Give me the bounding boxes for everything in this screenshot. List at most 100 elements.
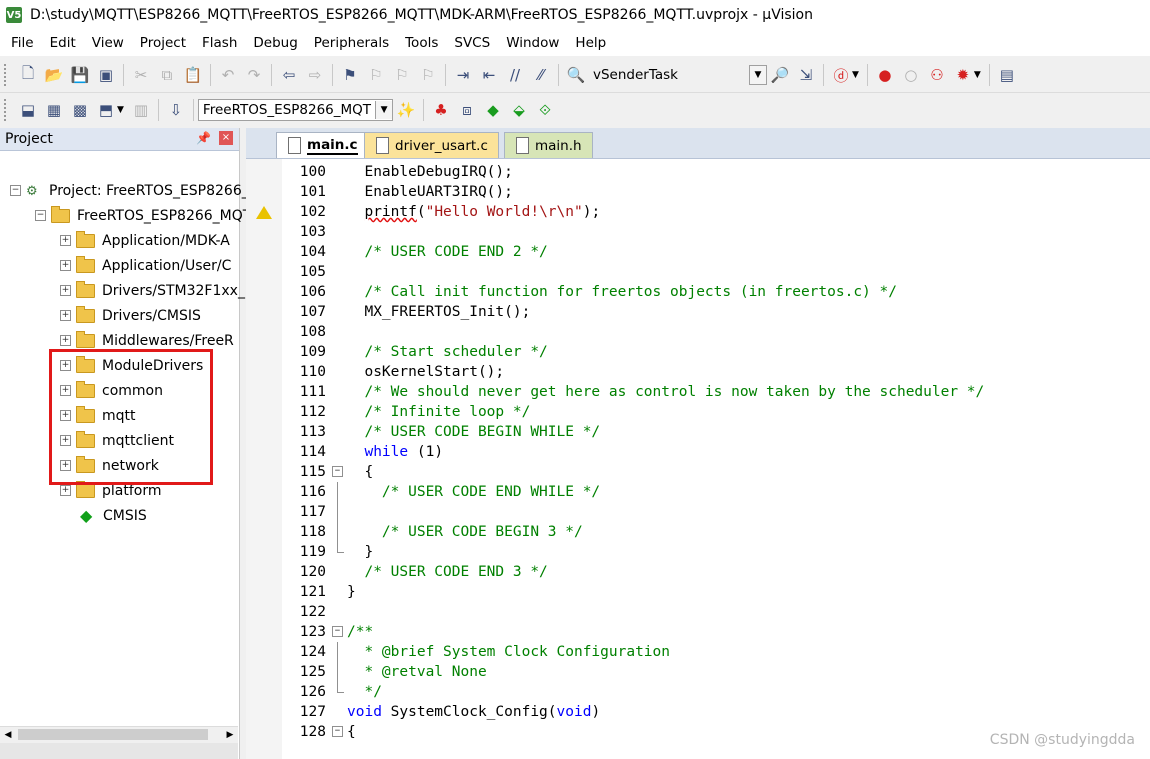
tab-main-h[interactable]: main.h (504, 132, 593, 158)
code-line[interactable]: 106 /* Call init function for freertos o… (246, 282, 1150, 302)
dropdown-arrow-icon[interactable]: ▼ (117, 105, 124, 115)
menu-file[interactable]: File (0, 35, 42, 51)
code-line[interactable]: 109 /* Start scheduler */ (246, 342, 1150, 362)
code-line[interactable]: 123−/** (246, 622, 1150, 642)
dropdown-arrow-icon[interactable]: ▼ (852, 70, 859, 80)
code-line[interactable]: 126 */ (246, 682, 1150, 702)
navigate-back-icon[interactable]: ⇦ (278, 64, 300, 86)
toolbar-grip[interactable] (4, 99, 10, 121)
target-select[interactable]: FreeRTOS_ESP8266_MQT ▼ (197, 99, 394, 121)
redo-icon[interactable]: ↷ (243, 64, 265, 86)
find-in-files-icon[interactable]: 🔍 (565, 64, 587, 86)
code-line[interactable]: 113 /* USER CODE BEGIN WHILE */ (246, 422, 1150, 442)
code-line[interactable]: 102 printf("Hello World!\r\n"); (246, 202, 1150, 222)
tree-item-cmsis[interactable]: ◆ CMSIS (80, 503, 147, 528)
clear-bookmarks-icon[interactable]: ⚐ (417, 64, 439, 86)
scroll-thumb[interactable] (18, 729, 208, 740)
enable-breakpoint-icon[interactable]: ○ (900, 64, 922, 86)
fold-toggle-icon[interactable]: − (332, 626, 343, 637)
new-file-icon[interactable]: 🗋 (17, 64, 39, 86)
panel-tabs-strip[interactable] (0, 743, 238, 759)
code-line[interactable]: 107 MX_FREERTOS_Init(); (246, 302, 1150, 322)
menu-help[interactable]: Help (567, 35, 614, 51)
open-file-icon[interactable]: 📂 (43, 64, 65, 86)
code-line[interactable]: 104 /* USER CODE END 2 */ (246, 242, 1150, 262)
cut-icon[interactable]: ✂ (130, 64, 152, 86)
bookmark-icon[interactable]: ⚑ (339, 64, 361, 86)
collapse-icon[interactable]: − (10, 185, 21, 196)
pack-installer-icon[interactable]: ⬙ (508, 99, 530, 121)
menu-debug[interactable]: Debug (245, 35, 305, 51)
unindent-icon[interactable]: ⇤ (478, 64, 500, 86)
tree-item-application-mdk-a[interactable]: + Application/MDK-A (60, 228, 230, 253)
menu-svcs[interactable]: SVCS (446, 35, 498, 51)
code-line[interactable]: 115− { (246, 462, 1150, 482)
expand-icon[interactable]: + (60, 260, 71, 271)
uncomment-icon[interactable]: ⁄⁄ (530, 64, 552, 86)
code-line[interactable]: 100 EnableDebugIRQ(); (246, 162, 1150, 182)
save-all-icon[interactable]: ▣ (95, 64, 117, 86)
code-line[interactable]: 112 /* Infinite loop */ (246, 402, 1150, 422)
prev-bookmark-icon[interactable]: ⚐ (365, 64, 387, 86)
menu-project[interactable]: Project (132, 35, 194, 51)
horizontal-scrollbar[interactable]: ◀ ▶ (0, 726, 238, 743)
tab-driver-usart-c[interactable]: driver_usart.c (364, 132, 499, 158)
code-line[interactable]: 111 /* We should never get here as contr… (246, 382, 1150, 402)
code-line[interactable]: 121} (246, 582, 1150, 602)
fold-toggle-icon[interactable]: − (332, 726, 343, 737)
build-icon[interactable]: ▦ (43, 99, 65, 121)
code-line[interactable]: 105 (246, 262, 1150, 282)
toolbar-grip[interactable] (4, 64, 10, 86)
rebuild-icon[interactable]: ▩ (69, 99, 91, 121)
insert-breakpoint-icon[interactable]: ● (874, 64, 896, 86)
options-for-target-icon[interactable]: ✨ (395, 99, 417, 121)
find-combo-text[interactable]: vSenderTask (589, 67, 749, 83)
menu-window[interactable]: Window (498, 35, 567, 51)
manage-run-time-environment-icon[interactable]: ◆ (482, 99, 504, 121)
code-line[interactable]: 125 * @retval None (246, 662, 1150, 682)
code-line[interactable]: 122 (246, 602, 1150, 622)
indent-icon[interactable]: ⇥ (452, 64, 474, 86)
expand-icon[interactable]: + (60, 335, 71, 346)
menu-edit[interactable]: Edit (42, 35, 84, 51)
find-icon[interactable]: 🔎 (769, 64, 791, 86)
code-line[interactable]: 119 } (246, 542, 1150, 562)
code-line[interactable]: 120 /* USER CODE END 3 */ (246, 562, 1150, 582)
expand-icon[interactable]: + (60, 310, 71, 321)
collapse-icon[interactable]: − (35, 210, 46, 221)
translate-icon[interactable]: ⬓ (17, 99, 39, 121)
code-line[interactable]: 110 osKernelStart(); (246, 362, 1150, 382)
select-packs-icon[interactable]: ⧈ (456, 99, 478, 121)
fold-toggle-icon[interactable]: − (332, 466, 343, 477)
kill-breakpoints-icon[interactable]: ✹ (952, 64, 974, 86)
dropdown-arrow-icon[interactable]: ▼ (974, 70, 981, 80)
tab-main-c[interactable]: main.c (276, 132, 369, 158)
window-layout-icon[interactable]: ▤ (996, 64, 1018, 86)
menu-flash[interactable]: Flash (194, 35, 245, 51)
code-line[interactable]: 103 (246, 222, 1150, 242)
debug-session-icon[interactable]: ⓓ (830, 64, 852, 86)
chevron-down-icon[interactable]: ▼ (375, 101, 393, 119)
multi-project-icon[interactable]: ⟐ (534, 99, 556, 121)
scroll-right-icon[interactable]: ▶ (222, 727, 238, 743)
navigate-forward-icon[interactable]: ⇨ (304, 64, 326, 86)
tree-item-application-user-c[interactable]: + Application/User/C (60, 253, 231, 278)
menu-view[interactable]: View (84, 35, 132, 51)
next-bookmark-icon[interactable]: ⚐ (391, 64, 413, 86)
expand-icon[interactable]: + (60, 235, 71, 246)
code-line[interactable]: 114 while (1) (246, 442, 1150, 462)
code-line[interactable]: 116 /* USER CODE END WHILE */ (246, 482, 1150, 502)
pin-icon[interactable]: 📌 (196, 131, 211, 145)
tree-item-drivers-stm32f1xx[interactable]: + Drivers/STM32F1xx_ (60, 278, 245, 303)
code-line[interactable]: 101 EnableUART3IRQ(); (246, 182, 1150, 202)
stop-build-icon[interactable]: ▥ (130, 99, 152, 121)
code-line[interactable]: 127 void SystemClock_Config(void) (246, 702, 1150, 722)
copy-icon[interactable]: ⧉ (156, 64, 178, 86)
manage-project-items-icon[interactable]: ♣ (430, 99, 452, 121)
find-combo-arrow-icon[interactable]: ▼ (749, 65, 767, 85)
undo-icon[interactable]: ↶ (217, 64, 239, 86)
batch-build-icon[interactable]: ⬒ (95, 99, 117, 121)
close-icon[interactable]: × (219, 131, 233, 145)
expand-icon[interactable]: + (60, 485, 71, 496)
incremental-find-icon[interactable]: ⇲ (795, 64, 817, 86)
